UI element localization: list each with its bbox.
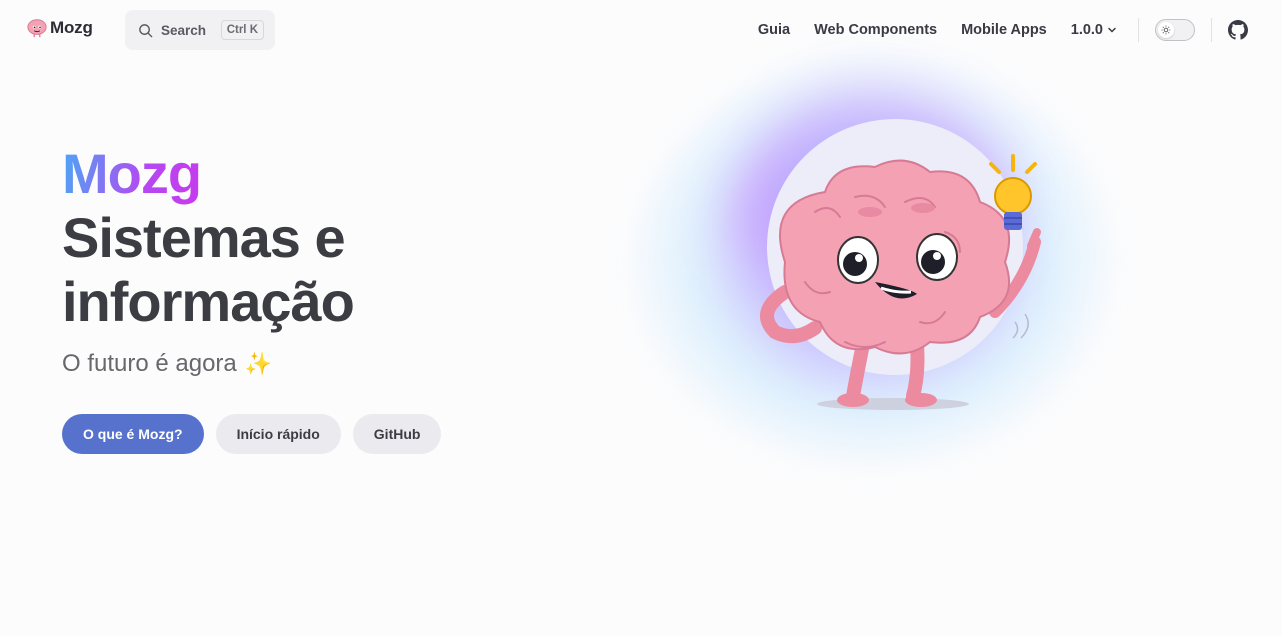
github-icon[interactable] — [1228, 20, 1248, 40]
hero-tagline-text: O futuro é agora — [62, 350, 237, 377]
sun-icon — [1161, 25, 1171, 35]
brain-mascot-with-lightbulb — [760, 119, 1041, 410]
nav-link-mobile-apps[interactable]: Mobile Apps — [961, 22, 1047, 38]
brand-name: Mozg — [50, 18, 93, 37]
brand-link[interactable]: Mozg — [26, 17, 93, 39]
search-placeholder: Search — [161, 22, 207, 38]
toggle-knob — [1158, 22, 1174, 38]
search-button[interactable]: Search Ctrl K — [125, 10, 275, 50]
sparkles-icon: ✨ — [244, 351, 273, 376]
hero-text: Sistemas e informação — [62, 206, 355, 333]
theme-toggle[interactable] — [1155, 19, 1195, 41]
hero-tagline: O futuro é agora ✨ — [62, 346, 272, 382]
version-label: 1.0.0 — [1070, 22, 1103, 38]
nav-link-guia[interactable]: Guia — [758, 22, 790, 38]
nav-link-web-components[interactable]: Web Components — [814, 22, 937, 38]
nav-divider — [1211, 18, 1212, 42]
search-shortcut: Ctrl K — [220, 20, 264, 40]
search-icon — [139, 23, 153, 37]
chevron-down-icon — [1108, 27, 1116, 33]
what-is-mozg-button[interactable]: O que é Mozg? — [62, 414, 204, 454]
nav-divider — [1138, 18, 1139, 42]
brain-logo-icon — [27, 19, 47, 38]
hero-actions: O que é Mozg? Início rápido GitHub — [62, 414, 442, 454]
hero-name: Mozg — [62, 142, 202, 205]
version-dropdown[interactable]: 1.0.0 — [1071, 22, 1118, 38]
quick-start-button[interactable]: Início rápido — [215, 414, 341, 454]
github-button[interactable]: GitHub — [352, 414, 442, 454]
top-navbar: Mozg Search Ctrl K Guia Web Components M… — [0, 0, 1282, 60]
